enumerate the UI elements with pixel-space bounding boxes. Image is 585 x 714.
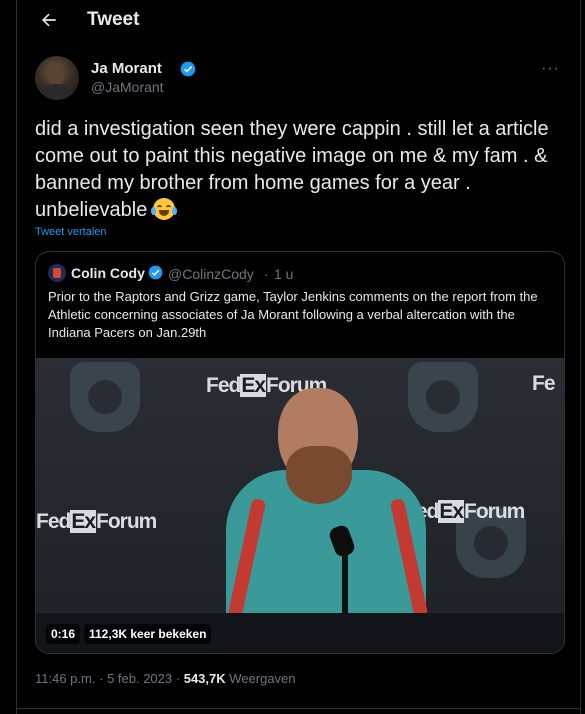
grizzlies-logo-icon bbox=[70, 362, 140, 432]
fedexforum-sign: Fe bbox=[532, 372, 555, 395]
tweet-meta: 11:46 p.m. · 5 feb. 2023 · 543,7K Weerga… bbox=[35, 671, 296, 686]
page-header: Tweet bbox=[17, 0, 580, 40]
divider bbox=[17, 708, 580, 709]
face-with-tears-of-joy-icon bbox=[150, 198, 177, 220]
avatar[interactable] bbox=[48, 264, 66, 282]
views-count[interactable]: 543,7K bbox=[184, 671, 226, 686]
quote-author-handle[interactable]: @ColinzCody bbox=[168, 266, 254, 282]
quoted-tweet[interactable]: Colin Cody @ColinzCody · 1 u Prior to th… bbox=[35, 251, 565, 654]
tweet-body: did a investigation seen they were cappi… bbox=[35, 118, 549, 221]
tweet-date[interactable]: 5 feb. 2023 bbox=[107, 671, 172, 686]
arrow-left-icon bbox=[42, 13, 56, 27]
quote-author-name[interactable]: Colin Cody bbox=[71, 265, 145, 281]
author-name[interactable]: Ja Morant bbox=[91, 60, 162, 77]
more-options-icon[interactable]: ··· bbox=[541, 60, 560, 78]
translate-tweet-link[interactable]: Tweet vertalen bbox=[35, 226, 107, 238]
verified-badge-icon bbox=[180, 61, 196, 77]
author-handle[interactable]: @JaMorant bbox=[91, 79, 164, 95]
quote-text: Prior to the Raptors and Grizz game, Tay… bbox=[48, 289, 538, 340]
video-player[interactable]: FedExForum FedExForum FedExForum Fe 0:16… bbox=[36, 358, 564, 653]
video-duration-badge: 0:16 bbox=[46, 624, 81, 644]
avatar[interactable] bbox=[35, 56, 79, 100]
tweet-column: Tweet Ja Morant @JaMorant ··· did a inve… bbox=[16, 0, 581, 714]
back-button[interactable] bbox=[35, 6, 63, 34]
verified-badge-icon bbox=[148, 265, 163, 280]
fedexforum-sign: FedExForum bbox=[36, 510, 157, 533]
tweet-time[interactable]: 11:46 p.m. bbox=[35, 671, 95, 686]
views-label: Weergaven bbox=[229, 671, 296, 686]
page-title: Tweet bbox=[87, 9, 140, 30]
tweet-author: Ja Morant @JaMorant ··· bbox=[35, 56, 564, 104]
separator-dot: · bbox=[99, 671, 104, 686]
microphone-stand bbox=[342, 548, 348, 618]
tweet-text: did a investigation seen they were cappi… bbox=[35, 116, 565, 224]
quote-timestamp[interactable]: 1 u bbox=[274, 266, 293, 282]
video-views-badge: 112,3K keer bekeken bbox=[84, 624, 212, 644]
separator-dot: · bbox=[264, 266, 269, 282]
separator-dot: · bbox=[175, 671, 181, 686]
